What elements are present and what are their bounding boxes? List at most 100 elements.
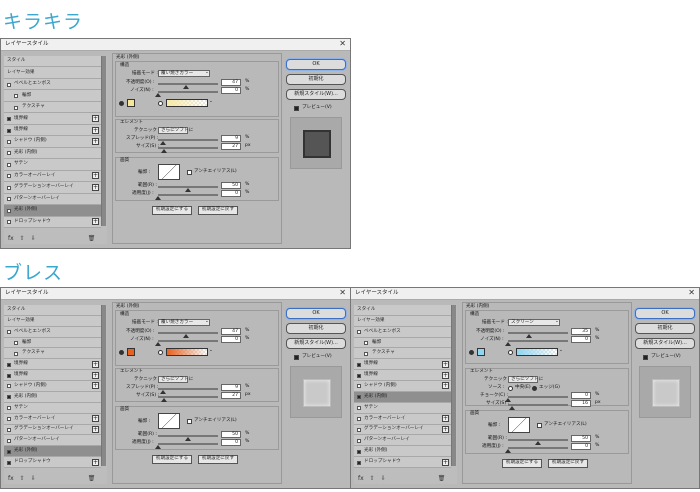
opacity-input[interactable]: 47 <box>221 328 241 335</box>
style-checkbox[interactable] <box>357 406 361 411</box>
style-checkbox[interactable] <box>357 438 361 443</box>
opacity-input[interactable]: 35 <box>571 328 591 335</box>
spread-input[interactable]: 9 <box>221 384 241 391</box>
reset-button[interactable]: 初期化 <box>286 323 346 334</box>
style-list-item[interactable]: スタイル <box>4 56 101 68</box>
add-icon[interactable]: + <box>442 371 449 379</box>
style-list-item[interactable]: サテン <box>4 402 101 414</box>
trash-icon[interactable]: 🗑 <box>88 475 96 482</box>
style-checkbox[interactable] <box>357 417 361 422</box>
style-checkbox[interactable] <box>7 384 11 389</box>
reset-button[interactable]: 初期化 <box>286 74 346 85</box>
noise-input[interactable]: 0 <box>571 336 591 343</box>
new-style-button[interactable]: 新規スタイル(W)... <box>635 338 695 349</box>
fx-icon[interactable]: fx <box>8 235 14 242</box>
style-list-item[interactable]: レイヤー効果 <box>4 315 101 327</box>
style-list-item[interactable]: 輪郭 <box>4 90 101 102</box>
list-scrollbar[interactable] <box>451 305 456 466</box>
size-input[interactable]: 27 <box>221 392 241 399</box>
style-list-item[interactable]: シャドウ (内側) + <box>4 136 101 148</box>
style-list-item[interactable]: 境界線 + <box>354 359 451 371</box>
contour-picker[interactable] <box>158 164 180 180</box>
style-checkbox[interactable] <box>7 417 11 422</box>
blend-mode-select[interactable]: スクリーン <box>508 319 560 326</box>
noise-slider-track[interactable] <box>508 340 568 342</box>
arrow-up-icon[interactable]: ⇧ <box>370 475 375 482</box>
style-checkbox[interactable] <box>7 362 11 367</box>
style-list-item[interactable]: 光彩 (外側) <box>4 446 101 458</box>
range-input[interactable]: 50 <box>221 182 241 189</box>
trash-icon[interactable]: 🗑 <box>88 235 96 242</box>
style-list-item[interactable]: テクスチャ <box>4 348 101 360</box>
reset-default-button[interactable]: 初期設定に戻す <box>548 459 588 468</box>
style-checkbox[interactable] <box>7 449 11 454</box>
contour-picker[interactable] <box>508 417 530 433</box>
style-list-item[interactable]: スタイル <box>4 305 101 316</box>
opacity-slider-thumb[interactable] <box>183 334 190 338</box>
style-checkbox[interactable] <box>357 427 361 432</box>
add-icon[interactable]: + <box>442 415 449 423</box>
list-scrollbar[interactable] <box>101 305 106 466</box>
ok-button[interactable]: OK <box>635 308 695 319</box>
add-icon[interactable]: + <box>92 425 99 433</box>
style-checkbox[interactable] <box>357 373 361 378</box>
style-list-item[interactable]: 境界線 + <box>4 359 101 371</box>
style-checkbox[interactable] <box>357 460 361 465</box>
style-list-item[interactable]: ベベルとエンボス <box>4 78 101 91</box>
contour-picker[interactable] <box>158 413 180 429</box>
style-checkbox[interactable] <box>7 151 11 156</box>
make-default-button[interactable]: 初期設定にする <box>502 459 542 468</box>
technique-select[interactable]: さらにソフトに <box>158 127 193 134</box>
range-input[interactable]: 50 <box>571 435 591 442</box>
style-list-item[interactable]: 光彩 (内側) <box>4 391 101 403</box>
style-checkbox[interactable] <box>14 94 18 99</box>
style-checkbox[interactable] <box>14 351 18 356</box>
style-list-item[interactable]: シャドウ (内側) + <box>354 381 451 392</box>
solid-color-radio[interactable] <box>469 350 474 355</box>
add-icon[interactable]: + <box>92 371 99 379</box>
arrow-down-icon[interactable]: ⇩ <box>381 475 386 482</box>
spread-slider-track[interactable] <box>158 139 218 141</box>
noise-input[interactable]: 0 <box>221 87 241 94</box>
style-list-item[interactable]: 輪郭 <box>354 337 451 349</box>
opacity-slider-thumb[interactable] <box>526 334 532 338</box>
style-checkbox[interactable] <box>7 373 11 378</box>
fx-icon[interactable]: fx <box>8 475 14 482</box>
noise-slider-track[interactable] <box>158 340 218 342</box>
range-slider-thumb[interactable] <box>185 437 191 441</box>
style-checkbox[interactable] <box>7 427 11 432</box>
spread-input[interactable]: 9 <box>221 135 241 142</box>
style-list-item[interactable]: 光彩 (内側) <box>4 147 101 160</box>
blend-mode-select[interactable]: 覆い焼きカラー <box>158 319 210 326</box>
style-checkbox[interactable] <box>357 362 361 367</box>
style-list-item[interactable]: 輪郭 <box>4 337 101 349</box>
style-list-item[interactable]: 光彩 (内側) <box>354 391 451 403</box>
technique-select[interactable]: さらにソフトに <box>158 376 193 383</box>
spread-slider-track[interactable] <box>158 388 218 390</box>
glow-color-swatch[interactable] <box>477 348 485 356</box>
list-scrollbar[interactable] <box>101 56 106 226</box>
jitter-input[interactable]: 0 <box>221 439 241 446</box>
title-bar[interactable]: レイヤースタイル ✕ <box>1 39 350 51</box>
style-list-item[interactable]: カラーオーバーレイ + <box>4 413 101 425</box>
style-list-item[interactable]: レイヤー効果 <box>4 67 101 79</box>
style-list-item[interactable]: ベベルとエンボス <box>4 326 101 338</box>
opacity-slider-thumb[interactable] <box>183 85 190 89</box>
gradient-radio[interactable] <box>158 101 163 106</box>
style-list-item[interactable]: スタイル <box>354 305 451 316</box>
noise-slider-thumb[interactable] <box>155 342 161 346</box>
choke-slider-track[interactable] <box>508 396 568 398</box>
style-checkbox[interactable] <box>7 208 11 213</box>
style-list-item[interactable]: サテン <box>354 402 451 414</box>
add-icon[interactable]: + <box>92 126 99 134</box>
opacity-slider-track[interactable] <box>508 332 568 334</box>
style-list-item[interactable]: カラーオーバーレイ + <box>4 170 101 183</box>
glow-color-swatch[interactable] <box>127 99 135 107</box>
add-icon[interactable]: + <box>92 218 99 226</box>
add-icon[interactable]: + <box>92 172 99 180</box>
add-icon[interactable]: + <box>92 137 99 145</box>
style-checkbox[interactable] <box>7 185 11 190</box>
anti-alias-checkbox[interactable] <box>187 419 192 424</box>
jitter-slider-track[interactable] <box>508 447 568 449</box>
style-checkbox[interactable] <box>357 449 361 454</box>
